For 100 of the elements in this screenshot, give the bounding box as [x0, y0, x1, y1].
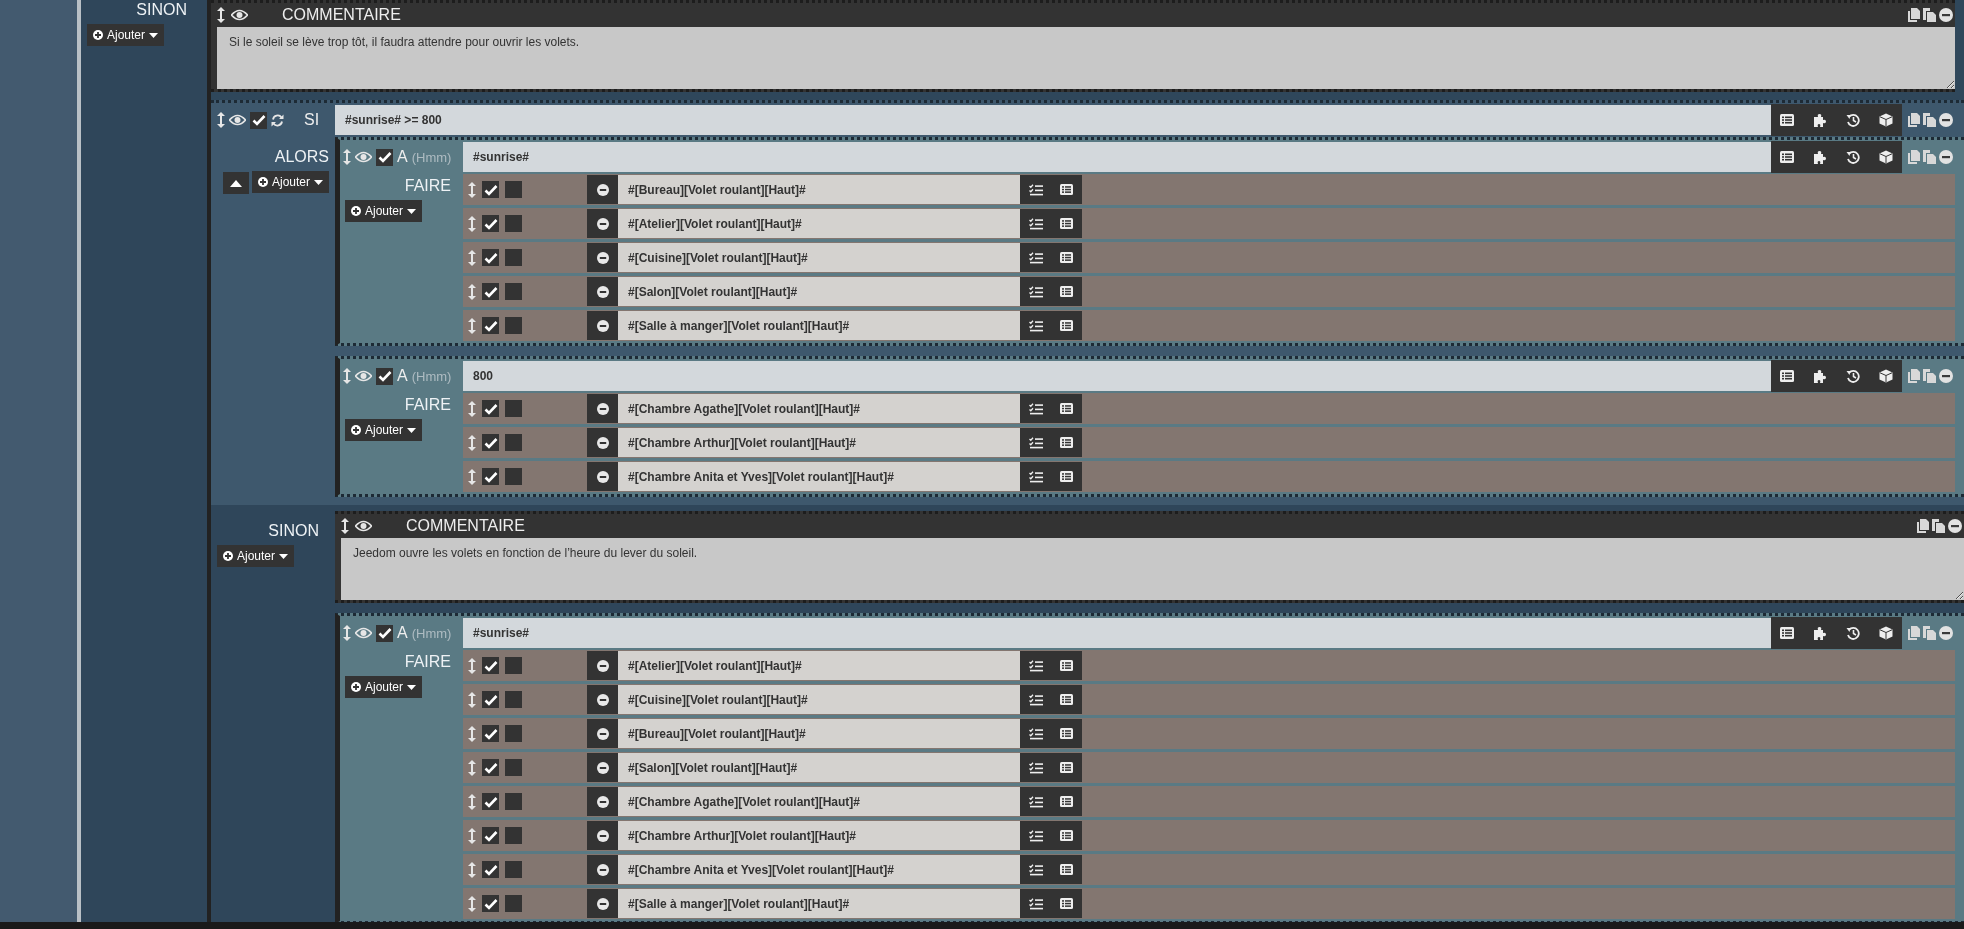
- time-field[interactable]: #sunrise#: [463, 618, 1771, 648]
- list-icon[interactable]: [1780, 114, 1795, 126]
- enable-checkbox[interactable]: [482, 827, 499, 844]
- enable-checkbox[interactable]: [482, 249, 499, 266]
- list-icon[interactable]: [1060, 252, 1074, 263]
- enable-checkbox[interactable]: [482, 725, 499, 742]
- add-button[interactable]: Ajouter: [251, 171, 329, 193]
- enable-checkbox[interactable]: [482, 895, 499, 912]
- cube-icon[interactable]: [1878, 113, 1893, 127]
- history-icon[interactable]: [1846, 113, 1861, 127]
- command-field[interactable]: #[Bureau][Volet roulant][Haut]#: [618, 719, 1020, 748]
- command-field[interactable]: #[Chambre Arthur][Volet roulant][Haut]#: [618, 821, 1020, 850]
- checklist-icon[interactable]: [1028, 829, 1043, 842]
- remove-action-button[interactable]: [587, 311, 618, 340]
- command-field[interactable]: #[Atelier][Volet roulant][Haut]#: [618, 651, 1020, 680]
- parallel-checkbox[interactable]: [505, 317, 522, 334]
- parallel-checkbox[interactable]: [505, 400, 522, 417]
- remove-icon[interactable]: [1939, 8, 1953, 22]
- enable-checkbox[interactable]: [482, 468, 499, 485]
- list-icon[interactable]: [1060, 796, 1074, 807]
- enable-checkbox[interactable]: [482, 215, 499, 232]
- command-field[interactable]: #[Chambre Anita et Yves][Volet roulant][Haut]#: [618, 855, 1020, 884]
- command-field[interactable]: #[Cuisine][Volet roulant][Haut]#: [618, 243, 1020, 272]
- command-field[interactable]: #[Atelier][Volet roulant][Haut]#: [618, 209, 1020, 238]
- remove-icon[interactable]: [1939, 113, 1953, 127]
- checklist-icon[interactable]: [1028, 319, 1043, 332]
- eye-icon[interactable]: [229, 114, 246, 126]
- checklist-icon[interactable]: [1028, 761, 1043, 774]
- list-icon[interactable]: [1060, 218, 1074, 229]
- paste-icon[interactable]: [1923, 113, 1936, 127]
- checklist-icon[interactable]: [1028, 436, 1043, 449]
- checklist-icon[interactable]: [1028, 285, 1043, 298]
- parallel-checkbox[interactable]: [505, 249, 522, 266]
- remove-action-button[interactable]: [587, 821, 618, 850]
- remove-action-button[interactable]: [587, 651, 618, 680]
- parallel-checkbox[interactable]: [505, 827, 522, 844]
- move-icon[interactable]: [217, 112, 225, 128]
- parallel-checkbox[interactable]: [505, 861, 522, 878]
- parallel-checkbox[interactable]: [505, 215, 522, 232]
- history-icon[interactable]: [1846, 626, 1861, 640]
- list-icon[interactable]: [1060, 660, 1074, 671]
- enable-checkbox[interactable]: [482, 434, 499, 451]
- eye-icon[interactable]: [355, 520, 372, 532]
- checklist-icon[interactable]: [1028, 659, 1043, 672]
- command-field[interactable]: #[Salle à manger][Volet roulant][Haut]#: [618, 889, 1020, 918]
- enable-checkbox[interactable]: [376, 367, 393, 385]
- checklist-icon[interactable]: [1028, 727, 1043, 740]
- puzzle-icon[interactable]: [1812, 150, 1828, 164]
- enable-checkbox[interactable]: [482, 181, 499, 198]
- list-icon[interactable]: [1060, 471, 1074, 482]
- remove-action-button[interactable]: [587, 719, 618, 748]
- refresh-icon[interactable]: [271, 113, 284, 127]
- remove-action-button[interactable]: [587, 753, 618, 782]
- enable-checkbox[interactable]: [482, 400, 499, 417]
- move-icon[interactable]: [217, 7, 225, 23]
- parallel-checkbox[interactable]: [505, 895, 522, 912]
- comment-field[interactable]: Jeedom ouvre les volets en fonction de l’heure du lever du soleil.: [341, 538, 1964, 600]
- cube-icon[interactable]: [1878, 369, 1893, 383]
- checklist-icon[interactable]: [1028, 402, 1043, 415]
- puzzle-icon[interactable]: [1812, 369, 1828, 383]
- command-field[interactable]: #[Salon][Volet roulant][Haut]#: [618, 753, 1020, 782]
- add-button[interactable]: Ajouter: [345, 200, 423, 222]
- checklist-icon[interactable]: [1028, 217, 1043, 230]
- list-icon[interactable]: [1780, 627, 1795, 639]
- enable-checkbox[interactable]: [376, 624, 393, 642]
- list-icon[interactable]: [1060, 320, 1074, 331]
- parallel-checkbox[interactable]: [505, 657, 522, 674]
- list-icon[interactable]: [1060, 694, 1074, 705]
- remove-action-button[interactable]: [587, 855, 618, 884]
- command-field[interactable]: #[Salle à manger][Volet roulant][Haut]#: [618, 311, 1020, 340]
- parallel-checkbox[interactable]: [505, 691, 522, 708]
- puzzle-icon[interactable]: [1812, 113, 1828, 127]
- command-field[interactable]: #[Bureau][Volet roulant][Haut]#: [618, 175, 1020, 204]
- remove-action-button[interactable]: [587, 428, 618, 457]
- checklist-icon[interactable]: [1028, 251, 1043, 264]
- remove-action-button[interactable]: [587, 889, 618, 918]
- remove-icon[interactable]: [1939, 150, 1953, 164]
- remove-action-button[interactable]: [587, 277, 618, 306]
- command-field[interactable]: #[Chambre Agathe][Volet roulant][Haut]#: [618, 787, 1020, 816]
- time-field[interactable]: #sunrise#: [463, 142, 1771, 172]
- command-field[interactable]: #[Chambre Anita et Yves][Volet roulant][Haut]#: [618, 462, 1020, 491]
- add-button[interactable]: Ajouter: [87, 24, 165, 46]
- paste-icon[interactable]: [1923, 8, 1936, 22]
- remove-action-button[interactable]: [587, 462, 618, 491]
- remove-icon[interactable]: [1939, 626, 1953, 640]
- checklist-icon[interactable]: [1028, 795, 1043, 808]
- enable-checkbox[interactable]: [250, 111, 267, 129]
- add-button[interactable]: Ajouter: [345, 419, 423, 441]
- add-button[interactable]: Ajouter: [217, 545, 295, 567]
- remove-icon[interactable]: [1948, 519, 1962, 533]
- parallel-checkbox[interactable]: [505, 725, 522, 742]
- list-icon[interactable]: [1060, 830, 1074, 841]
- remove-icon[interactable]: [1939, 369, 1953, 383]
- move-icon[interactable]: [341, 518, 349, 534]
- list-icon[interactable]: [1060, 864, 1074, 875]
- remove-action-button[interactable]: [587, 209, 618, 238]
- checklist-icon[interactable]: [1028, 183, 1043, 196]
- remove-action-button[interactable]: [587, 787, 618, 816]
- puzzle-icon[interactable]: [1812, 626, 1828, 640]
- command-field[interactable]: #[Cuisine][Volet roulant][Haut]#: [618, 685, 1020, 714]
